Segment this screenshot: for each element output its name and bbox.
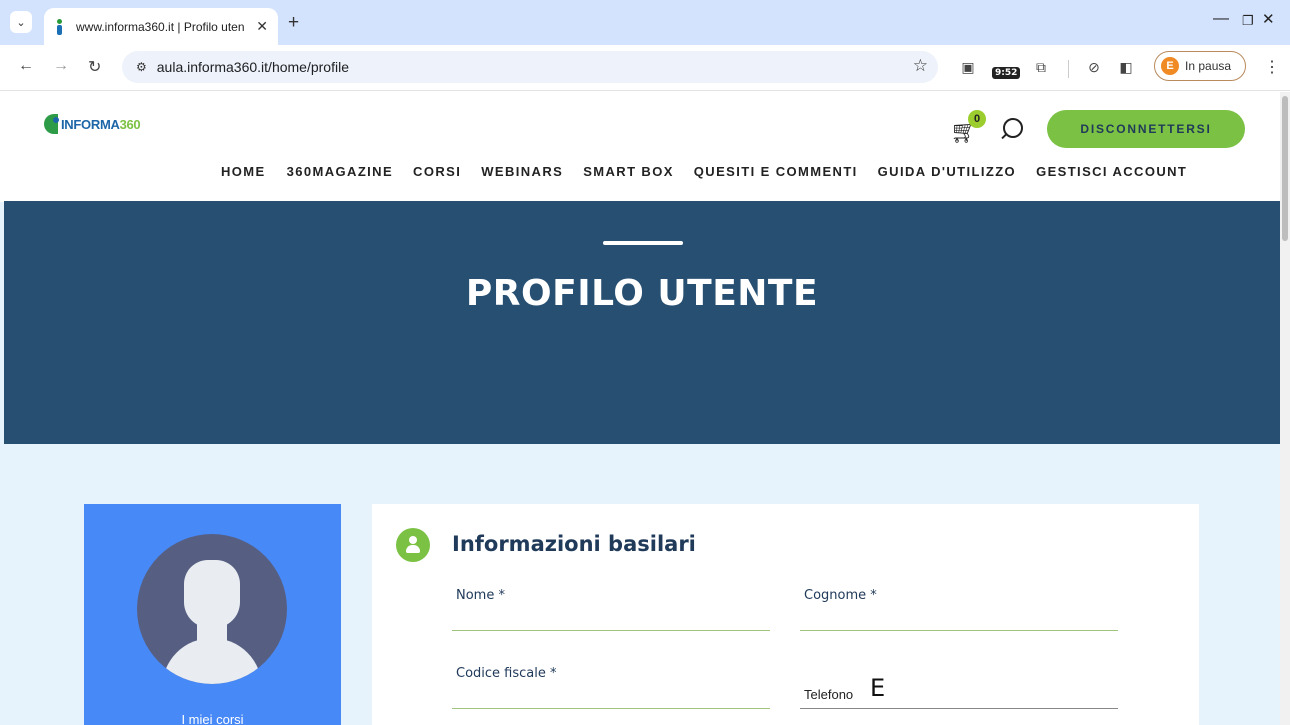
tab-title: www.informa360.it | Profilo uten [76,19,244,34]
page-viewport: INFORMA360 🛒︎ 0 DISCONNETTERSI HOME 360M… [0,92,1280,725]
nav-smart-box[interactable]: SMART BOX [583,164,674,179]
cart-count-badge: 0 [968,110,986,128]
browser-toolbar: ← → ↻ ⚙ aula.informa360.it/home/profile … [0,45,1290,91]
hero-banner: PROFILO UTENTE [4,201,1280,444]
bookmark-star-icon[interactable]: ☆ [913,56,928,76]
user-avatar-icon [137,534,287,684]
profile-button[interactable]: E In pausa [1154,51,1246,81]
browser-tab-strip: ⌄ www.informa360.it | Profilo uten ✕ + —… [0,0,1290,45]
my-courses-link[interactable]: I miei corsi [84,712,341,725]
scrollbar-thumb[interactable] [1282,96,1288,241]
telefono-field[interactable] [800,708,1118,709]
profile-avatar: E [1161,57,1179,75]
close-window-icon[interactable]: ✕ [1262,10,1275,28]
logout-button[interactable]: DISCONNETTERSI [1047,110,1245,148]
user-icon [396,528,430,562]
reload-icon[interactable]: ↻ [88,57,101,77]
nome-label: Nome * [456,588,505,603]
codice-fiscale-field[interactable] [452,708,770,709]
search-icon[interactable] [1000,118,1023,142]
nav-quesiti-e-commenti[interactable]: QUESITI E COMMENTI [694,164,858,179]
basic-info-card: Informazioni basilari Nome * Cognome * C… [372,504,1199,725]
extension-puzzle-app-icon[interactable]: ▣ [960,59,976,75]
site-favicon-icon [56,18,64,35]
tab-close-icon[interactable]: ✕ [256,18,268,35]
performance-icon[interactable]: ⊘ [1086,59,1102,75]
site-logo[interactable]: INFORMA360 [44,114,141,134]
minimize-icon[interactable]: — [1213,10,1229,28]
telefono-label: Telefono [804,687,854,702]
address-bar[interactable]: ⚙ aula.informa360.it/home/profile ☆ [122,51,938,83]
new-tab-button[interactable]: + [288,12,299,34]
nav-360magazine[interactable]: 360MAGAZINE [287,164,393,179]
nome-field[interactable] [452,630,770,631]
toolbar-separator [1068,60,1069,78]
profile-side-card: I miei corsi [84,504,341,725]
extension-clock-icon[interactable]: 9:52 [992,67,1021,79]
browser-tab-active[interactable]: www.informa360.it | Profilo uten ✕ [44,8,278,45]
main-navigation: HOME 360MAGAZINE CORSI WEBINARS SMART BO… [221,164,1187,179]
browser-menu-icon[interactable]: ⋮ [1264,57,1280,77]
tab-search-chevron-icon[interactable]: ⌄ [10,11,32,33]
telefono-input-value[interactable]: E [870,674,885,702]
logo-mark-icon [44,114,60,134]
hero-divider [603,241,683,245]
nav-home[interactable]: HOME [221,164,266,179]
cognome-label: Cognome * [804,588,877,603]
forward-arrow-icon[interactable]: → [53,57,69,75]
nav-gestisci-account[interactable]: GESTISCI ACCOUNT [1036,164,1187,179]
nav-corsi[interactable]: CORSI [413,164,461,179]
nav-webinars[interactable]: WEBINARS [481,164,563,179]
nav-guida-utilizzo[interactable]: GUIDA D'UTILIZZO [878,164,1016,179]
codice-fiscale-label: Codice fiscale * [456,666,557,681]
site-header: INFORMA360 🛒︎ 0 DISCONNETTERSI HOME 360M… [0,92,1280,202]
url-text[interactable]: aula.informa360.it/home/profile [157,59,349,75]
section-title: Informazioni basilari [452,532,696,556]
profile-status: In pausa [1185,59,1232,73]
cognome-field[interactable] [800,630,1118,631]
back-arrow-icon[interactable]: ← [18,57,34,75]
restore-icon[interactable]: ❐ [1242,13,1254,29]
cart-button[interactable]: 🛒︎ 0 [950,110,986,144]
extensions-icon[interactable]: ⧉ [1033,59,1049,75]
page-title: PROFILO UTENTE [465,273,819,314]
site-info-icon[interactable]: ⚙ [136,60,147,74]
side-panel-icon[interactable]: ◧ [1118,59,1134,75]
